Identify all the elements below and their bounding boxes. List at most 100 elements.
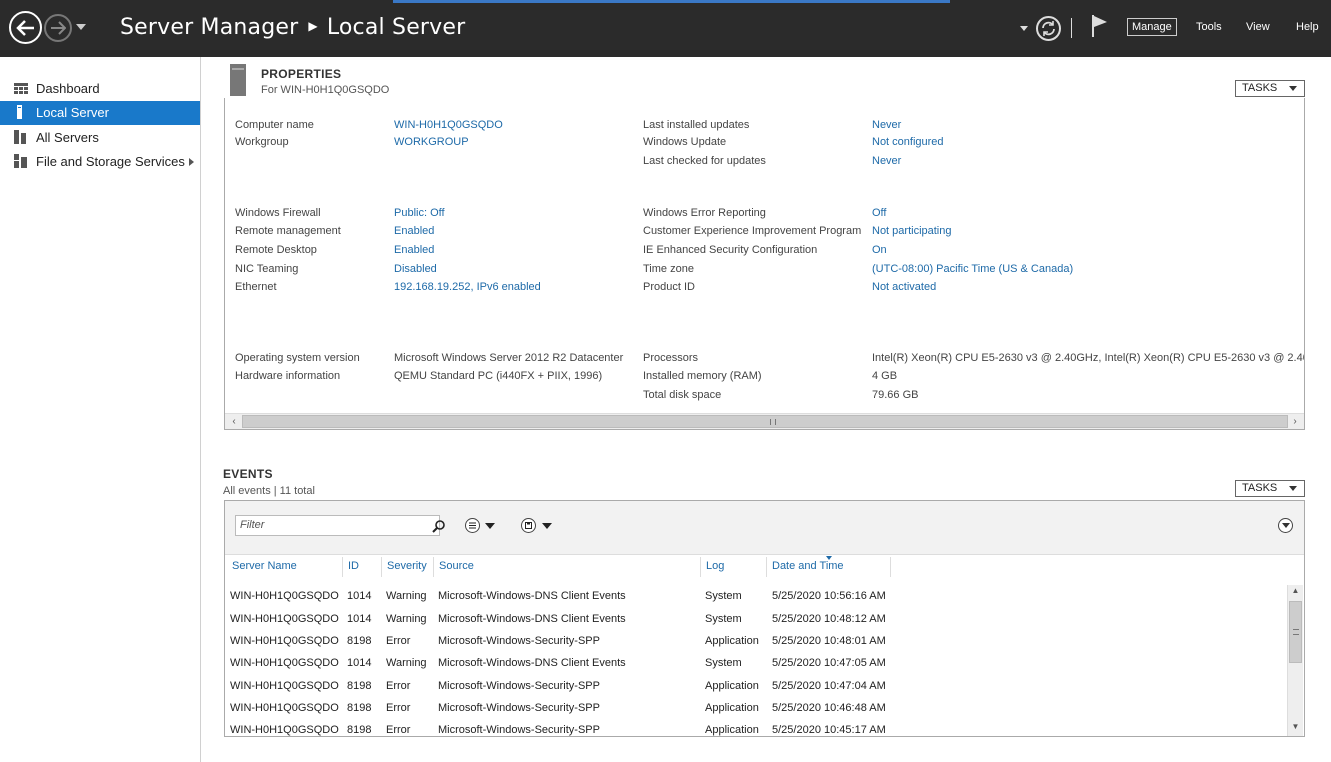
search-icon[interactable] <box>432 519 446 533</box>
scroll-right-icon[interactable]: › <box>1288 416 1302 428</box>
cell-source: Microsoft-Windows-Security-SPP <box>438 680 600 692</box>
events-filter-bar: Filter <box>225 501 1304 555</box>
table-row[interactable]: WIN-H0H1Q0GSQDO 1014 Warning Microsoft-W… <box>225 653 1285 675</box>
scroll-grip-icon <box>770 419 776 425</box>
cell-severity: Warning <box>386 657 427 669</box>
refresh-dropdown-icon[interactable] <box>1020 26 1028 31</box>
storage-icon <box>14 154 27 168</box>
cell-log: Application <box>705 635 759 647</box>
column-id[interactable]: ID <box>348 560 359 572</box>
nav-item-file-storage[interactable]: File and Storage Services <box>0 150 200 174</box>
cell-source: Microsoft-Windows-Security-SPP <box>438 635 600 647</box>
prop-label-last-installed-updates: Last installed updates <box>643 119 750 131</box>
cell-severity: Warning <box>386 590 427 602</box>
menu-tools[interactable]: Tools <box>1196 21 1222 33</box>
prop-value-computer-name[interactable]: WIN-H0H1Q0GSQDO <box>394 119 503 131</box>
properties-panel: Computer name WIN-H0H1Q0GSQDO Workgroup … <box>224 98 1305 430</box>
expand-collapse-button[interactable] <box>1278 518 1293 533</box>
scroll-thumb[interactable] <box>1289 601 1302 663</box>
prop-value-nic-teaming[interactable]: Disabled <box>394 263 437 275</box>
nav-item-local-server[interactable]: Local Server <box>0 101 200 125</box>
refresh-icon <box>1042 21 1055 36</box>
column-source[interactable]: Source <box>439 560 474 572</box>
prop-value-windows-update[interactable]: Not configured <box>872 136 944 148</box>
column-divider <box>342 557 343 577</box>
prop-value-last-installed-updates[interactable]: Never <box>872 119 901 131</box>
filter-input[interactable]: Filter <box>235 515 445 536</box>
list-icon <box>469 522 476 529</box>
query-options-dropdown-icon[interactable] <box>485 523 495 529</box>
prop-value-product-id[interactable]: Not activated <box>872 281 936 293</box>
query-options-button[interactable] <box>465 518 480 533</box>
nav-item-all-servers[interactable]: All Servers <box>0 126 200 150</box>
nav-item-label: Local Server <box>36 105 109 120</box>
events-panel: Filter Server Name ID Severity Source Lo… <box>224 500 1305 737</box>
properties-tasks-button[interactable]: TASKS <box>1235 80 1305 97</box>
title-bar: Server Manager ▶ Local Server Manage Tools… <box>0 0 1331 57</box>
cell-severity: Error <box>386 702 411 714</box>
back-button[interactable] <box>9 11 42 44</box>
all-servers-icon <box>14 130 26 144</box>
cell-id: 1014 <box>347 590 372 602</box>
notifications-flag-icon[interactable] <box>1091 14 1109 41</box>
events-tasks-button[interactable]: TASKS <box>1235 480 1305 497</box>
menu-help[interactable]: Help <box>1296 21 1319 33</box>
table-row[interactable]: WIN-H0H1Q0GSQDO 8198 Error Microsoft-Win… <box>225 720 1285 736</box>
cell-date-time: 5/25/2020 10:47:04 AM <box>772 680 886 692</box>
title-accent-bar <box>393 0 950 3</box>
menu-manage[interactable]: Manage <box>1127 18 1177 36</box>
prop-value-remote-desktop[interactable]: Enabled <box>394 244 434 256</box>
prop-label-windows-update: Windows Update <box>643 136 727 148</box>
nav-item-dashboard[interactable]: Dashboard <box>0 77 200 101</box>
column-log[interactable]: Log <box>706 560 724 572</box>
table-row[interactable]: WIN-H0H1Q0GSQDO 8198 Error Microsoft-Win… <box>225 676 1285 698</box>
expand-chevron-icon[interactable] <box>189 158 194 166</box>
save-query-dropdown-icon[interactable] <box>542 523 552 529</box>
left-navigation: Dashboard Local Server All Servers File … <box>0 57 201 762</box>
prop-value-firewall[interactable]: Public: Off <box>394 207 445 219</box>
properties-title: PROPERTIES <box>261 67 342 81</box>
cell-server-name: WIN-H0H1Q0GSQDO <box>230 635 339 647</box>
scroll-up-icon[interactable]: ▲ <box>1288 586 1303 599</box>
breadcrumb-app[interactable]: Server Manager <box>120 15 298 40</box>
prop-value-ceip[interactable]: Not participating <box>872 225 952 237</box>
prop-label-ceip: Customer Experience Improvement Program <box>643 225 862 237</box>
save-query-button[interactable] <box>521 518 536 533</box>
cell-source: Microsoft-Windows-Security-SPP <box>438 702 600 714</box>
prop-value-error-reporting[interactable]: Off <box>872 207 886 219</box>
scroll-down-icon[interactable]: ▼ <box>1288 722 1303 735</box>
forward-arrow-icon <box>51 21 66 35</box>
prop-value-workgroup[interactable]: WORKGROUP <box>394 136 469 148</box>
cell-source: Microsoft-Windows-DNS Client Events <box>438 590 626 602</box>
history-dropdown-icon[interactable] <box>76 24 86 30</box>
forward-button[interactable] <box>44 14 72 42</box>
column-date-time[interactable]: Date and Time <box>772 560 844 572</box>
scroll-thumb[interactable] <box>242 415 1288 428</box>
column-divider <box>700 557 701 577</box>
cell-source: Microsoft-Windows-DNS Client Events <box>438 657 626 669</box>
menu-view[interactable]: View <box>1246 21 1270 33</box>
prop-value-time-zone[interactable]: (UTC-08:00) Pacific Time (US & Canada) <box>872 263 1073 275</box>
prop-value-remote-management[interactable]: Enabled <box>394 225 434 237</box>
prop-label-ie-esc: IE Enhanced Security Configuration <box>643 244 818 256</box>
prop-label-nic-teaming: NIC Teaming <box>235 263 299 275</box>
column-severity[interactable]: Severity <box>387 560 427 572</box>
prop-value-ie-esc[interactable]: On <box>872 244 887 256</box>
scroll-left-icon[interactable]: ‹ <box>227 416 241 428</box>
table-row[interactable]: WIN-H0H1Q0GSQDO 1014 Warning Microsoft-W… <box>225 586 1285 608</box>
prop-value-ethernet[interactable]: 192.168.19.252, IPv6 enabled <box>394 281 541 293</box>
cell-log: System <box>705 613 742 625</box>
column-server-name[interactable]: Server Name <box>232 560 297 572</box>
properties-subtitle: For WIN-H0H1Q0GSQDO <box>261 84 390 96</box>
breadcrumb: Server Manager ▶ Local Server <box>120 15 465 40</box>
table-row[interactable]: WIN-H0H1Q0GSQDO 8198 Error Microsoft-Win… <box>225 631 1285 653</box>
properties-horizontal-scrollbar[interactable]: ‹ › <box>225 413 1304 429</box>
cell-date-time: 5/25/2020 10:45:17 AM <box>772 724 886 736</box>
local-server-icon <box>17 105 22 119</box>
refresh-button[interactable] <box>1036 16 1061 41</box>
cell-server-name: WIN-H0H1Q0GSQDO <box>230 613 339 625</box>
events-vertical-scrollbar[interactable]: ▲ ▼ <box>1287 585 1303 736</box>
table-row[interactable]: WIN-H0H1Q0GSQDO 1014 Warning Microsoft-W… <box>225 609 1285 631</box>
table-row[interactable]: WIN-H0H1Q0GSQDO 8198 Error Microsoft-Win… <box>225 698 1285 720</box>
prop-value-last-checked[interactable]: Never <box>872 155 901 167</box>
